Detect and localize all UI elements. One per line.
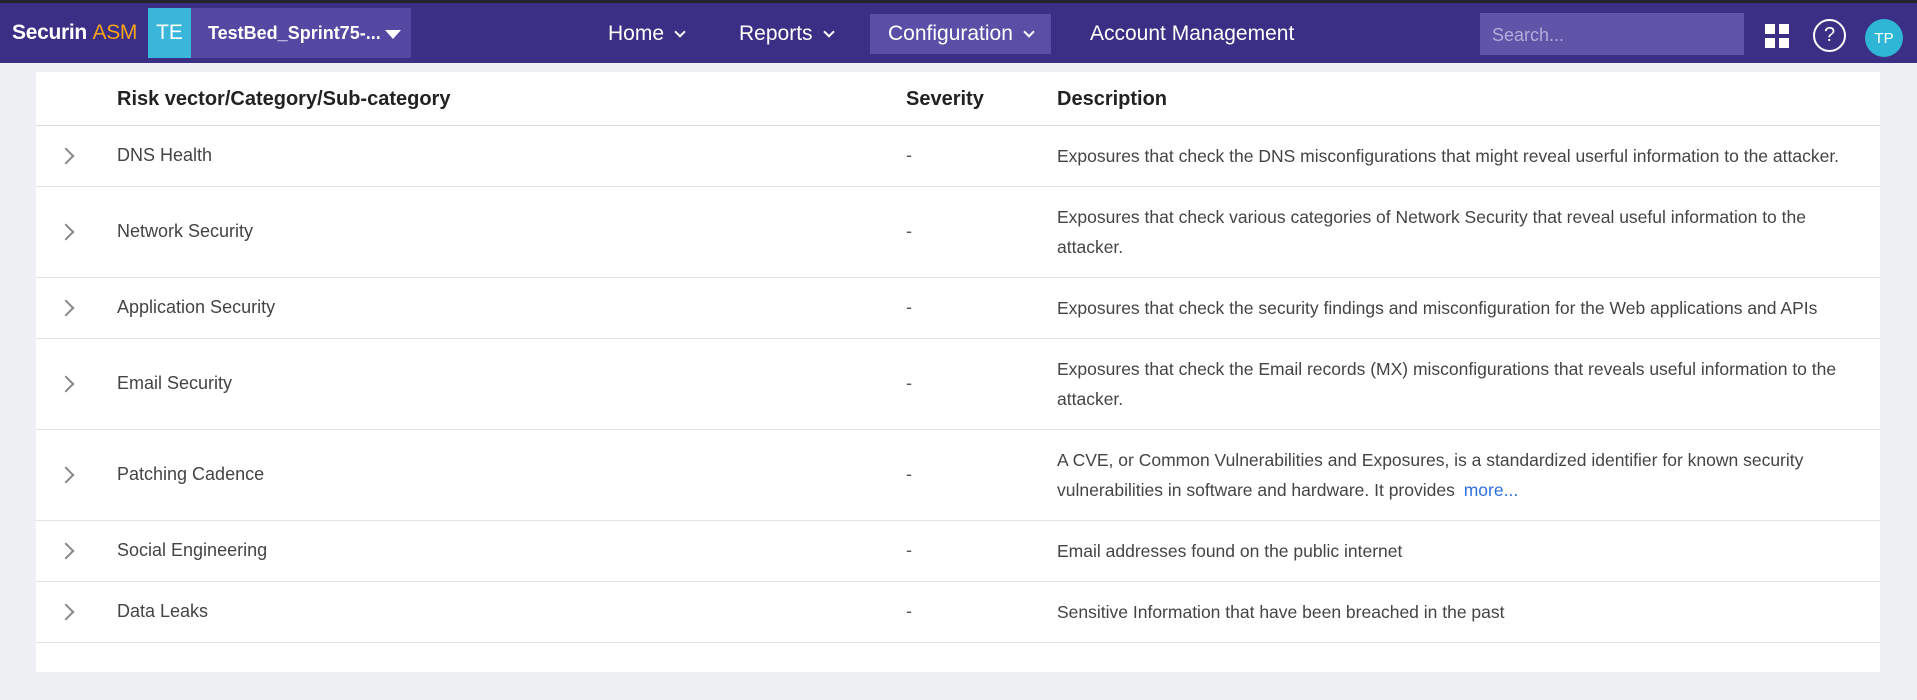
chevron-down-icon: [674, 25, 686, 38]
table-header: Risk vector/Category/Sub-category Severi…: [36, 72, 1880, 126]
nav-home-label: Home: [608, 22, 665, 45]
chevron-right-icon[interactable]: [57, 299, 75, 317]
chevron-down-icon: [1023, 25, 1035, 38]
row-severity: -: [906, 601, 912, 621]
row-name: Social Engineering: [117, 540, 268, 560]
project-badge: TE: [148, 8, 191, 58]
top-navigation-bar: Securin ASM TE TestBed_Sprint75-... Home…: [0, 0, 1917, 63]
table-row[interactable]: DNS Health - Exposures that check the DN…: [36, 126, 1880, 187]
row-description: Sensitive Information that have been bre…: [1057, 602, 1505, 622]
column-header-category[interactable]: Risk vector/Category/Sub-category: [117, 88, 450, 111]
project-name: TestBed_Sprint75-...: [208, 23, 381, 43]
table-row[interactable]: Network Security - Exposures that check …: [36, 187, 1880, 278]
avatar[interactable]: TP: [1865, 19, 1903, 57]
row-description: Exposures that check the DNS misconfigur…: [1057, 146, 1840, 166]
chevron-right-icon[interactable]: [57, 147, 75, 165]
row-description: Exposures that check various categories …: [1057, 207, 1806, 257]
chevron-right-icon[interactable]: [57, 603, 75, 621]
column-header-description[interactable]: Description: [1057, 88, 1167, 111]
chevron-right-icon[interactable]: [57, 223, 75, 241]
help-icon[interactable]: ?: [1813, 19, 1846, 52]
nav-account-management[interactable]: Account Management: [1072, 14, 1312, 54]
chevron-down-icon: [822, 25, 835, 38]
project-selector[interactable]: TE TestBed_Sprint75-...: [148, 8, 411, 58]
chevron-right-icon[interactable]: [57, 542, 75, 560]
logo-suffix-text: ASM: [92, 21, 138, 44]
row-description: A CVE, or Common Vulnerabilities and Exp…: [1057, 445, 1857, 505]
nav-account-label: Account Management: [1090, 22, 1295, 45]
row-severity: -: [906, 373, 912, 393]
row-description: Exposures that check the security findin…: [1057, 298, 1818, 318]
row-severity: -: [906, 145, 912, 165]
app-logo[interactable]: Securin ASM: [12, 21, 137, 45]
row-description: Email addresses found on the public inte…: [1057, 541, 1403, 561]
column-header-severity[interactable]: Severity: [906, 88, 984, 111]
row-name: Data Leaks: [117, 601, 209, 621]
table-row[interactable]: Email Security - Exposures that check th…: [36, 339, 1880, 430]
table-row[interactable]: Data Leaks - Sensitive Information that …: [36, 582, 1880, 643]
row-name: DNS Health: [117, 145, 213, 165]
search-input[interactable]: Search...: [1480, 13, 1744, 55]
more-link[interactable]: more...: [1464, 480, 1518, 500]
row-name: Email Security: [117, 373, 233, 393]
app-grid-icon[interactable]: [1765, 24, 1789, 48]
nav-reports-label: Reports: [739, 22, 813, 45]
row-severity: -: [906, 221, 912, 241]
row-severity: -: [906, 297, 912, 317]
chevron-right-icon[interactable]: [57, 375, 75, 393]
row-description-text: A CVE, or Common Vulnerabilities and Exp…: [1057, 450, 1804, 500]
row-name: Network Security: [117, 221, 254, 241]
logo-main-text: Securin: [12, 21, 87, 44]
table-row[interactable]: Application Security - Exposures that ch…: [36, 278, 1880, 339]
row-name: Application Security: [117, 297, 276, 317]
chevron-right-icon[interactable]: [57, 466, 75, 484]
table-row[interactable]: Patching Cadence - A CVE, or Common Vuln…: [36, 430, 1880, 521]
row-severity: -: [906, 540, 912, 560]
row-description: Exposures that check the Email records (…: [1057, 359, 1837, 409]
row-severity: -: [906, 464, 912, 484]
nav-configuration-label: Configuration: [888, 22, 1013, 45]
caret-down-icon[interactable]: [385, 30, 401, 39]
nav-configuration[interactable]: Configuration: [870, 14, 1051, 54]
risk-vector-table: Risk vector/Category/Sub-category Severi…: [36, 72, 1880, 672]
row-name: Patching Cadence: [117, 464, 265, 484]
table-row[interactable]: Social Engineering - Email addresses fou…: [36, 521, 1880, 582]
nav-home[interactable]: Home: [590, 14, 702, 54]
nav-reports[interactable]: Reports: [721, 14, 851, 54]
